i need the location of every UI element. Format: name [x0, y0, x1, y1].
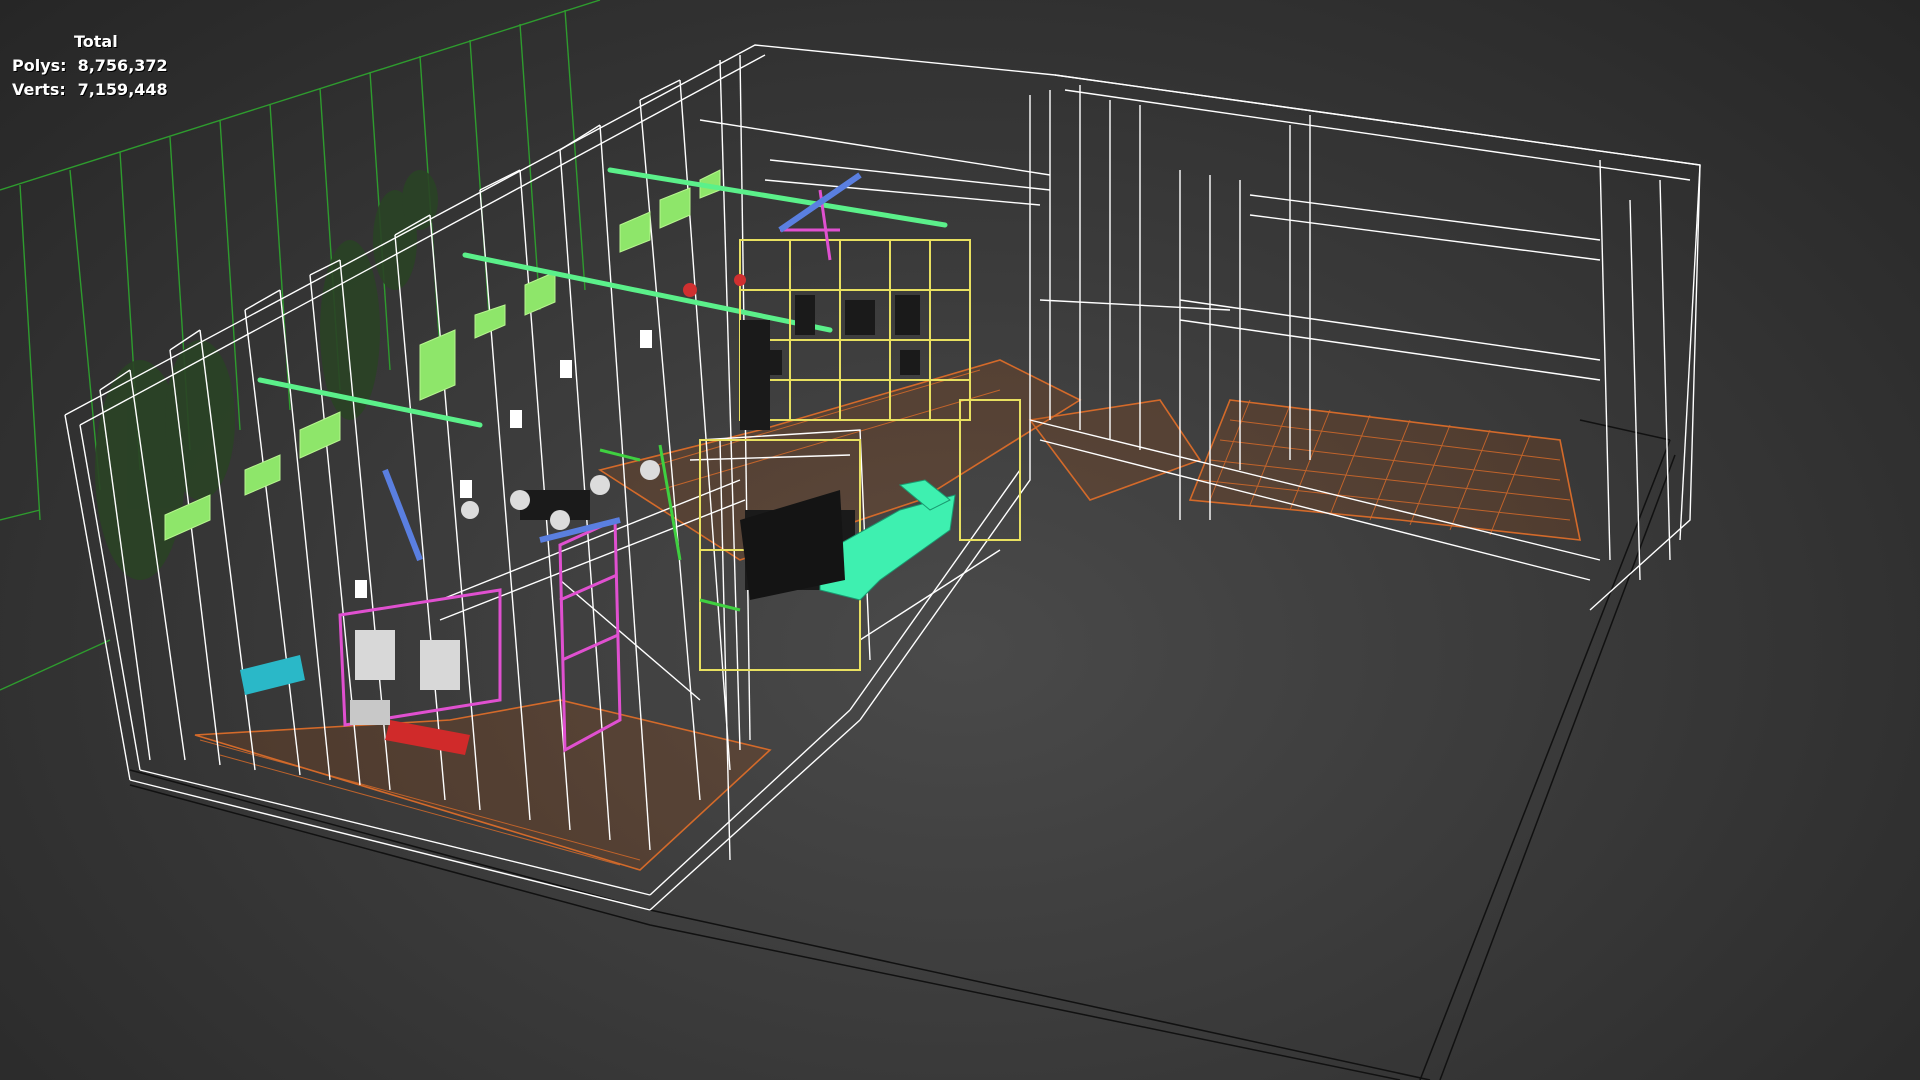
verts-value: 7,159,448 [77, 80, 168, 99]
viewport-statistics: Total Polys: 8,756,372 Verts: 7,159,448 [12, 30, 168, 102]
wireframe-scene[interactable] [0, 0, 1920, 1080]
polys-value: 8,756,372 [77, 56, 168, 75]
plants [95, 170, 438, 580]
polys-row: Polys: 8,756,372 [12, 54, 168, 78]
polys-label: Polys: [12, 56, 67, 75]
verts-label: Verts: [12, 80, 66, 99]
floor-parquet [194, 359, 1581, 871]
stats-title: Total [74, 32, 118, 51]
perspective-grid [0, 0, 601, 691]
verts-row: Verts: 7,159,448 [12, 78, 168, 102]
3d-viewport[interactable]: Total Polys: 8,756,372 Verts: 7,159,448 [0, 0, 1920, 1080]
